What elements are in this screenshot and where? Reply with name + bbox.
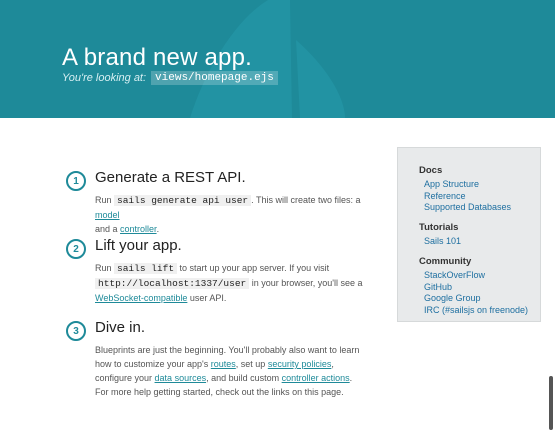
step-title: Dive in. [95,319,146,336]
controller-actions-link[interactable]: controller actions [282,373,350,383]
step-body: Run sails generate api user. This will c… [95,193,365,236]
tutorials-heading: Tutorials [419,222,459,233]
text: in your browser, you'll see a [249,278,363,288]
docs-heading: Docs [419,165,443,176]
text: , set up [235,359,268,369]
supported-databases-link[interactable]: Supported Databases [424,202,511,212]
text: and a [95,224,121,234]
app-structure-link[interactable]: App Structure [424,179,479,189]
stackoverflow-link[interactable]: StackOverFlow [424,270,485,280]
hero-subtitle: You're looking at: views/homepage.ejs [62,71,278,85]
command-code: sails generate api user [114,195,252,206]
routes-link[interactable]: routes [211,359,236,369]
step-number-badge: 2 [66,239,86,259]
text: to start up your app server. If you visi… [177,263,330,273]
view-path-code: views/homepage.ejs [151,71,278,85]
step-title: Lift your app. [95,237,182,254]
security-policies-link[interactable]: security policies [268,359,332,369]
google-group-link[interactable]: Google Group [424,293,481,303]
text: . [156,224,160,234]
data-sources-link[interactable]: data sources [155,373,207,383]
page-title: A brand new app. [62,44,253,71]
text: . This will create two files: a [251,195,361,205]
reference-link[interactable]: Reference [424,191,466,201]
hero-banner: A brand new app. You're looking at: view… [0,0,555,118]
step-number-badge: 3 [66,321,86,341]
url-code: http://localhost:1337/user [95,278,250,289]
irc-link[interactable]: IRC (#sailsjs on freenode) [424,305,528,315]
sails-101-link[interactable]: Sails 101 [424,236,461,246]
step-title: Generate a REST API. [95,169,246,186]
community-heading: Community [419,256,472,267]
step-body: Blueprints are just the beginning. You'l… [95,343,365,399]
websocket-link[interactable]: WebSocket-compatible [95,293,187,303]
github-link[interactable]: GitHub [424,282,452,292]
controller-link[interactable]: controller [120,224,157,234]
text: , and build custom [206,373,282,383]
model-link[interactable]: model [95,210,120,220]
text: Run [95,195,115,205]
resources-sidebar: Docs App Structure Reference Supported D… [397,147,541,322]
step-body: Run sails lift to start up your app serv… [95,261,365,305]
command-code: sails lift [114,263,178,274]
text: Run [95,263,115,273]
text: user API. [187,293,227,303]
step-number-badge: 1 [66,171,86,191]
subtitle-prefix: You're looking at: [62,72,147,84]
vertical-scrollbar[interactable] [549,376,553,430]
